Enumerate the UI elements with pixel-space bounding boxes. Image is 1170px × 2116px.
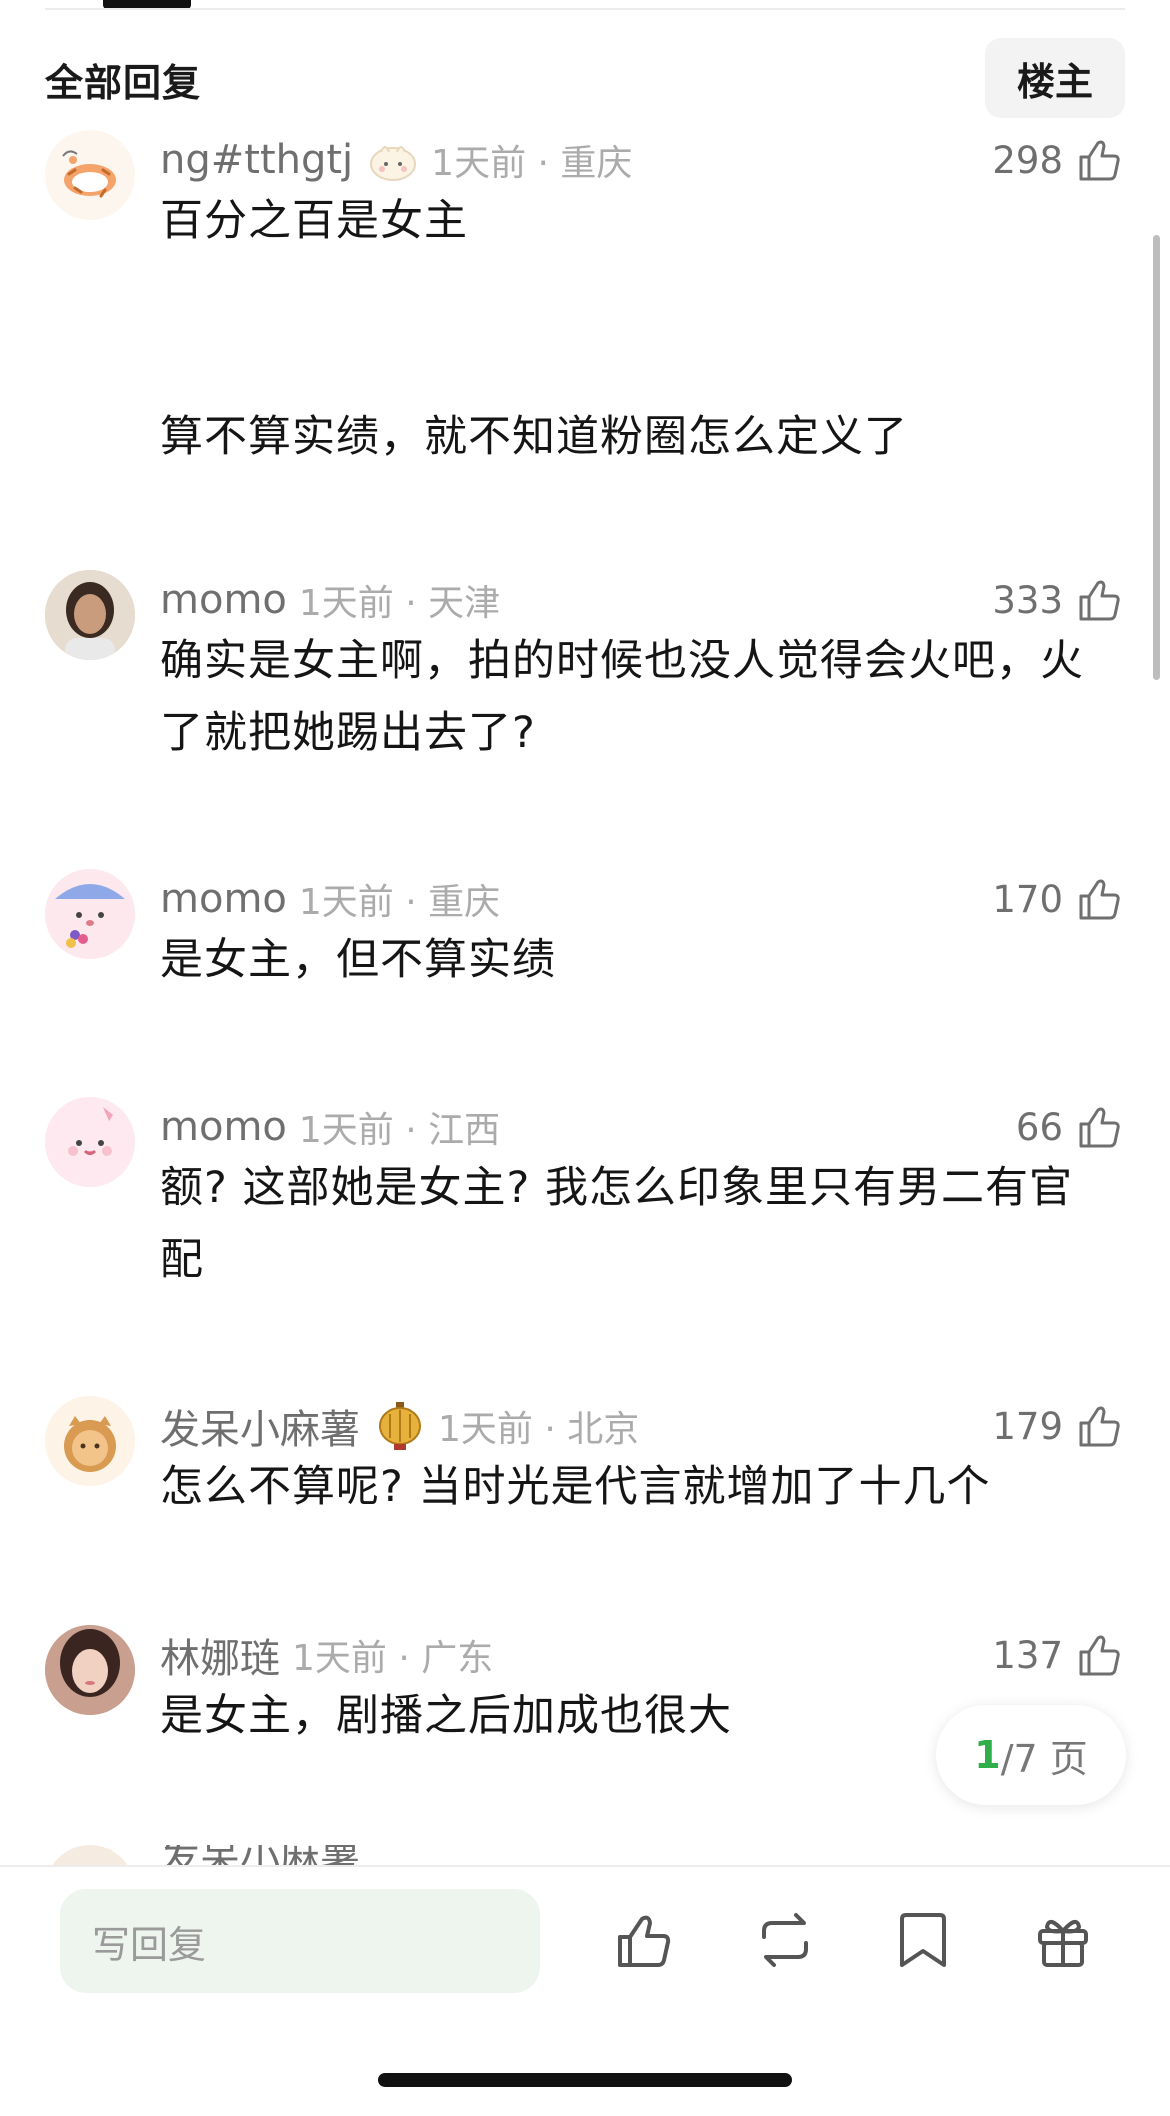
time-location: 1天前 · 重庆 (431, 143, 633, 184)
bun-badge-icon (370, 146, 417, 181)
scrollbar[interactable] (1153, 235, 1160, 680)
time-location: 1天前 · 广东 (292, 1638, 494, 1679)
girl-photo-avatar[interactable] (45, 570, 135, 660)
thumbs-up-icon (1079, 1635, 1120, 1676)
like-button[interactable]: 179 (992, 1401, 1125, 1451)
total-pages: /7 页 (1000, 1736, 1088, 1781)
page-title: 全部回复 (45, 61, 202, 105)
top-divider (45, 8, 1125, 10)
like-count: 170 (992, 877, 1063, 921)
comment-paragraph: 怎么不算呢? 当时光是代言就增加了十几个 (160, 1462, 991, 1512)
woman-photo-avatar[interactable] (45, 1625, 135, 1715)
comment-text: 怎么不算呢? 当时光是代言就增加了十几个 (160, 1451, 1100, 1523)
comment-meta: momo 1天前 · 江西 (160, 1102, 500, 1152)
like-count: 179 (992, 1404, 1063, 1448)
time-location: 1天前 · 天津 (298, 583, 501, 624)
like-button[interactable]: 66 (1016, 1102, 1125, 1152)
reply-input[interactable]: 写回复 (60, 1889, 540, 1993)
comment-text: 确实是女主啊，拍的时候也没人觉得会火吧，火了就把她踢出去了? (160, 625, 1100, 769)
cookie-cat-avatar[interactable] (45, 1396, 135, 1486)
comment-text: 额? 这部她是女主? 我怎么印象里只有男二有官配 (160, 1152, 1100, 1296)
time-location: 1天前 · 江西 (298, 1110, 501, 1151)
comment-meta: 发呆小麻薯 1天前 · 北京 (160, 1401, 640, 1453)
comment-paragraph: 是女主，但不算实绩 (160, 935, 556, 985)
comment-paragraph: 算不算实绩，就不知道粉圈怎么定义了 (160, 412, 908, 462)
page-indicator[interactable]: 1 /7 页 (936, 1705, 1126, 1805)
username[interactable]: momo (160, 1104, 287, 1150)
comment-meta: momo 1天前 · 天津 (160, 575, 500, 625)
comment-meta: 林娜琏 1天前 · 广东 (160, 1630, 494, 1682)
reply-header: 全部回复 楼主 (45, 38, 1125, 118)
thumbs-up-icon (1079, 1406, 1120, 1447)
comment-meta: ng#tthgtj 1天前 · 重庆 (160, 135, 632, 185)
cartoon-tiger-avatar[interactable] (45, 130, 135, 220)
thumbs-up-icon (1079, 140, 1120, 181)
like-button[interactable]: 137 (992, 1630, 1125, 1680)
time-location: 1天前 · 北京 (438, 1409, 640, 1450)
like-icon[interactable] (612, 1907, 678, 1973)
thumbs-up-icon (1079, 1107, 1120, 1148)
lantern-badge-icon (379, 1402, 421, 1450)
time-location: 1天前 · 重庆 (298, 882, 501, 923)
home-indicator[interactable] (378, 2073, 792, 2087)
repost-icon[interactable] (752, 1907, 818, 1973)
bookmark-icon[interactable] (890, 1907, 956, 1973)
comment-paragraph: 额? 这部她是女主? 我怎么印象里只有男二有官配 (160, 1163, 1073, 1285)
partial-comment: 发呆小麻薯 (0, 1845, 1170, 1865)
current-page: 1 (974, 1733, 1001, 1777)
gift-icon[interactable] (1030, 1907, 1096, 1973)
thumbs-up-icon (1079, 580, 1120, 621)
username[interactable]: 发呆小麻薯 (160, 1397, 360, 1455)
comment-text: 百分之百是女主 算不算实绩，就不知道粉圈怎么定义了 (160, 185, 1100, 473)
pink-blob-avatar[interactable] (45, 1097, 135, 1187)
like-count: 66 (1015, 1105, 1063, 1149)
pink-blob-flower-avatar[interactable] (45, 869, 135, 959)
username[interactable]: momo (160, 876, 287, 922)
comment-paragraph: 确实是女主啊，拍的时候也没人觉得会火吧，火了就把她踢出去了? (160, 636, 1084, 758)
like-count: 333 (992, 578, 1063, 622)
username[interactable]: ng#tthgtj (160, 137, 353, 183)
comment-paragraph: 百分之百是女主 (160, 196, 468, 246)
partial-avatar (45, 1845, 135, 1865)
like-button[interactable]: 170 (992, 874, 1125, 924)
username[interactable]: momo (160, 577, 287, 623)
like-button[interactable]: 298 (992, 135, 1125, 185)
op-only-button[interactable]: 楼主 (985, 38, 1125, 118)
like-count: 298 (992, 138, 1063, 182)
username[interactable]: 林娜琏 (160, 1626, 280, 1684)
thumbs-up-icon (1079, 879, 1120, 920)
partial-username: 发呆小麻薯 (160, 1845, 360, 1865)
comment-text: 是女主，但不算实绩 (160, 924, 1100, 996)
comment-meta: momo 1天前 · 重庆 (160, 874, 500, 924)
like-button[interactable]: 333 (992, 575, 1125, 625)
like-count: 137 (992, 1633, 1063, 1677)
